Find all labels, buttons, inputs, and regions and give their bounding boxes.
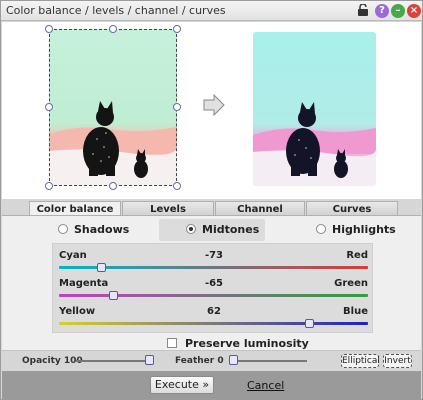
feather-thumb[interactable] xyxy=(229,355,238,365)
window-title: Color balance / levels / channel / curve… xyxy=(6,4,226,17)
shadows-radio[interactable]: Shadows xyxy=(58,223,129,236)
close-icon[interactable]: × xyxy=(407,4,421,18)
arrow-right-icon xyxy=(202,93,226,119)
selection-tools: Opacity 100 Feather 0 Elliptical Invert xyxy=(2,350,421,370)
magenta-green-track[interactable] xyxy=(59,294,368,297)
green-label: Green xyxy=(334,278,368,289)
resize-handle-se[interactable] xyxy=(173,182,181,190)
highlights-radio-dot[interactable] xyxy=(316,224,326,234)
yellow-blue-track[interactable] xyxy=(59,322,368,325)
cyan-label: Cyan xyxy=(59,250,87,261)
highlights-radio[interactable]: Highlights xyxy=(316,223,396,236)
shadows-radio-dot[interactable] xyxy=(58,224,68,234)
magenta-green-value: -65 xyxy=(204,278,224,289)
lock-icon[interactable] xyxy=(356,3,370,18)
invert-button[interactable]: Invert xyxy=(383,354,412,368)
resize-handle-sw[interactable] xyxy=(45,182,53,190)
resize-handle-s[interactable] xyxy=(109,182,117,190)
yellow-blue-value: 62 xyxy=(207,306,221,317)
midtones-label: Midtones xyxy=(202,223,260,236)
selection-frame[interactable] xyxy=(49,29,177,186)
feather-track[interactable] xyxy=(229,360,307,362)
title-bar[interactable]: Color balance / levels / channel / curve… xyxy=(1,1,422,21)
resize-handle-n[interactable] xyxy=(109,25,117,33)
midtones-radio[interactable]: Midtones xyxy=(186,223,259,236)
shadows-label: Shadows xyxy=(74,223,130,236)
midtones-radio-dot[interactable] xyxy=(186,224,196,234)
resize-handle-e[interactable] xyxy=(173,103,181,111)
cancel-link[interactable]: Cancel xyxy=(247,379,284,392)
dialog-window: Color balance / levels / channel / curve… xyxy=(0,0,423,400)
opacity-track[interactable] xyxy=(76,360,154,362)
red-label: Red xyxy=(346,250,368,261)
preserve-luminosity-option[interactable]: Preserve luminosity xyxy=(167,337,309,350)
preserve-luminosity-label: Preserve luminosity xyxy=(185,337,309,350)
opacity-label: Opacity 100 xyxy=(22,356,83,366)
highlights-label: Highlights xyxy=(332,223,396,236)
yellow-label: Yellow xyxy=(59,306,96,317)
preserve-luminosity-checkbox[interactable] xyxy=(167,338,177,348)
resize-handle-w[interactable] xyxy=(45,103,53,111)
elliptical-button[interactable]: Elliptical xyxy=(341,354,380,368)
magenta-green-thumb[interactable] xyxy=(109,291,119,300)
help-icon[interactable]: ? xyxy=(375,4,389,18)
resize-handle-nw[interactable] xyxy=(45,25,53,33)
sliders-panel: Cyan -73 Red Magenta -65 Green Yellow 62… xyxy=(52,243,373,333)
opacity-thumb[interactable] xyxy=(145,355,154,365)
tone-selector: Shadows Midtones Highlights xyxy=(2,219,421,241)
feather-label: Feather 0 xyxy=(175,356,224,366)
cyan-red-value: -73 xyxy=(204,250,224,261)
magenta-label: Magenta xyxy=(59,278,109,289)
preview-area xyxy=(2,22,421,199)
resize-handle-ne[interactable] xyxy=(173,25,181,33)
color-balance-panel: Shadows Midtones Highlights Cyan -73 Red… xyxy=(2,216,421,369)
result-image xyxy=(253,32,376,186)
blue-label: Blue xyxy=(343,306,368,317)
minimize-icon[interactable]: – xyxy=(391,4,405,18)
dialog-footer: Execute » Cancel xyxy=(2,371,421,399)
execute-button[interactable]: Execute » xyxy=(150,376,214,394)
cyan-red-thumb[interactable] xyxy=(96,263,106,272)
yellow-blue-thumb[interactable] xyxy=(305,319,315,328)
